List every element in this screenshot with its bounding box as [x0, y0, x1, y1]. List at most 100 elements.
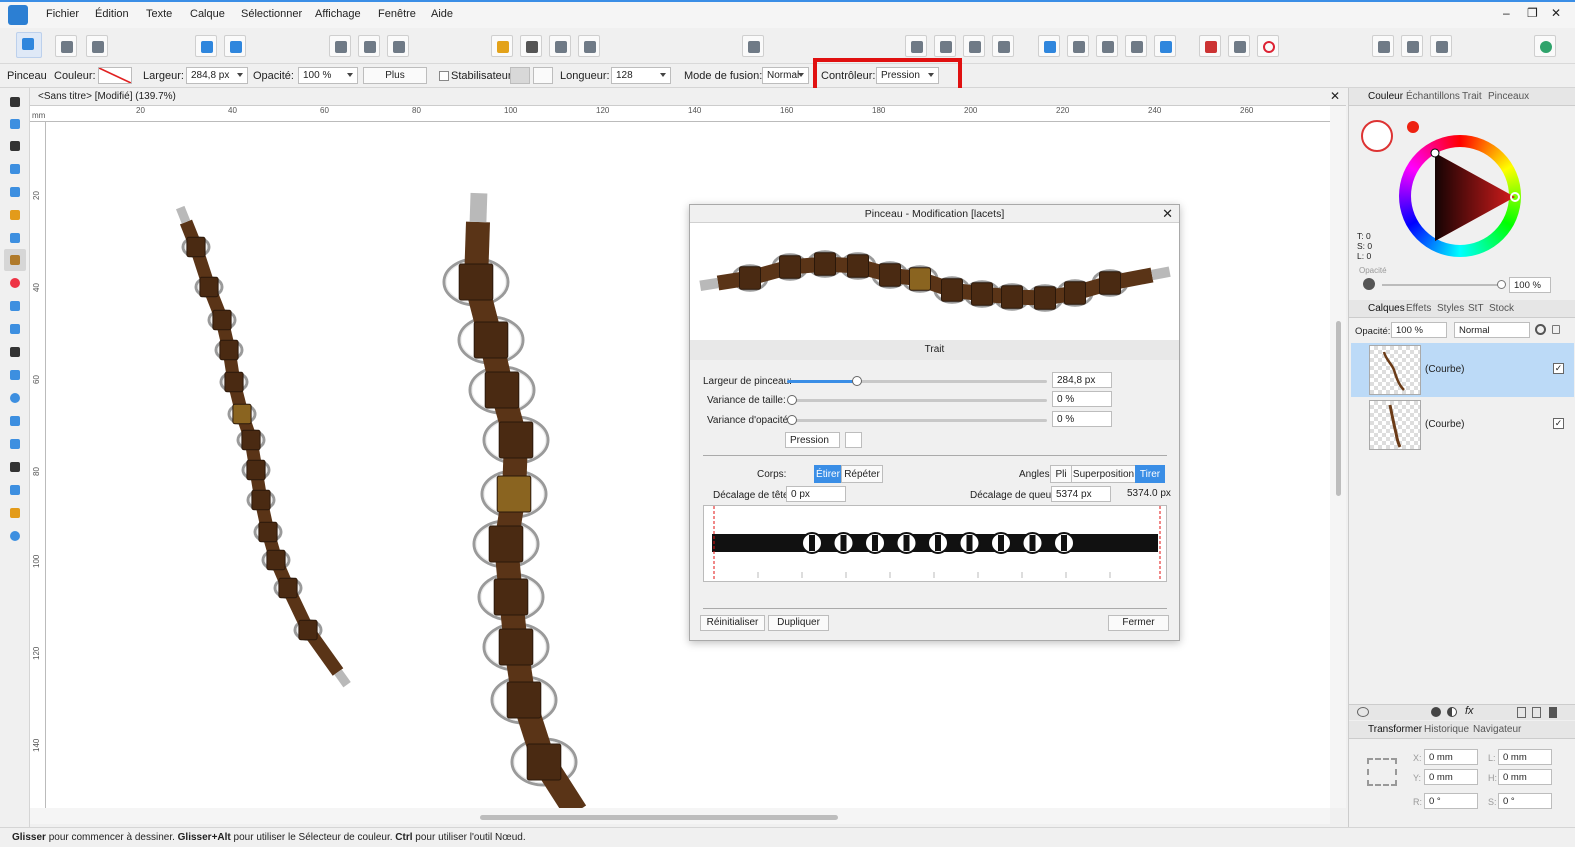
snapping-options-icon[interactable]	[1228, 35, 1250, 57]
brush-width-knob[interactable]	[852, 376, 863, 386]
fill-stroke-swatch-icon[interactable]	[1361, 120, 1393, 152]
mask-icon[interactable]	[1431, 707, 1441, 717]
angle-fold-button[interactable]: Pli	[1050, 465, 1072, 483]
dialog-close-button[interactable]: Fermer	[1108, 615, 1169, 631]
node-tool-icon[interactable]	[7, 138, 23, 154]
stroke-color-swatch[interactable]	[98, 67, 132, 84]
vertical-scrollbar[interactable]	[1330, 106, 1346, 808]
pressure-controller-dropdown[interactable]: Pression	[785, 432, 840, 448]
color-wheel[interactable]	[1399, 135, 1521, 257]
adjustment-icon[interactable]	[1447, 707, 1457, 717]
w-field[interactable]: 0 mm	[1498, 749, 1552, 765]
dialog-close-icon[interactable]: ✕	[1162, 206, 1173, 222]
length-field[interactable]: 128	[611, 67, 671, 84]
tab-calques[interactable]: Calques	[1368, 303, 1405, 314]
boolean-subtract-icon[interactable]	[1067, 35, 1089, 57]
crop-tool-icon[interactable]	[7, 344, 23, 360]
tab-echantillons[interactable]: Échantillons	[1406, 91, 1460, 102]
menu-fenetre[interactable]: Fenêtre	[378, 8, 416, 20]
layer-row[interactable]: (Courbe) ✓	[1351, 343, 1574, 397]
fill-tool-icon[interactable]	[7, 275, 23, 291]
angle-overlap-button[interactable]: Superposition	[1071, 465, 1136, 483]
pencil-tool-icon[interactable]	[7, 230, 23, 246]
opacity-variance-knob[interactable]	[787, 415, 797, 425]
y-field[interactable]: 0 mm	[1424, 769, 1478, 785]
rectangle-tool-icon[interactable]	[7, 367, 23, 383]
point-transform-icon[interactable]	[7, 184, 23, 200]
tab-historique[interactable]: Historique	[1424, 724, 1469, 735]
reset-button[interactable]: Réinitialiser	[700, 615, 765, 631]
context-help-icon[interactable]	[1430, 35, 1452, 57]
body-stretch-button[interactable]: Étirer	[814, 465, 842, 483]
preferences-icon[interactable]	[1401, 35, 1423, 57]
tab-trait[interactable]: Trait	[1462, 91, 1482, 102]
rotate-left-icon[interactable]	[963, 35, 985, 57]
angle-pull-button[interactable]: Tirer	[1135, 465, 1165, 483]
width-field[interactable]: 284,8 px	[186, 67, 248, 84]
menu-texte[interactable]: Texte	[146, 8, 172, 20]
zoom-tool-icon[interactable]	[7, 528, 23, 544]
menu-selectionner[interactable]: Sélectionner	[241, 8, 302, 20]
tab-stock[interactable]: Stock	[1489, 303, 1514, 314]
tab-pinceaux[interactable]: Pinceaux	[1488, 91, 1529, 102]
move-tool-icon[interactable]	[7, 94, 23, 110]
texture-editor[interactable]	[703, 505, 1167, 582]
align-icon[interactable]	[358, 35, 380, 57]
pressure-curve-icon[interactable]	[845, 432, 862, 448]
ellipse-tool-icon[interactable]	[7, 390, 23, 406]
transparency-tool-icon[interactable]	[7, 298, 23, 314]
gear-icon[interactable]	[1535, 324, 1546, 335]
menu-aide[interactable]: Aide	[431, 8, 453, 20]
opacity-slider-knob[interactable]	[1497, 280, 1506, 289]
arrange-backward-icon[interactable]	[520, 35, 542, 57]
window-mode-icon[interactable]	[533, 67, 553, 84]
flip-horizontal-icon[interactable]	[905, 35, 927, 57]
text-tool-icon[interactable]	[7, 459, 23, 475]
color-picker-icon[interactable]	[7, 482, 23, 498]
arrange-front-icon[interactable]	[578, 35, 600, 57]
brush-width-slider[interactable]	[787, 376, 1047, 386]
minimize-icon[interactable]: –	[1503, 6, 1510, 20]
vertical-scrollbar-thumb[interactable]	[1336, 321, 1341, 496]
opacity-slider[interactable]	[1382, 280, 1506, 289]
color-opacity-field[interactable]: 100 %	[1509, 277, 1551, 293]
duplicate-button[interactable]: Dupliquer	[768, 615, 829, 631]
boolean-add-icon[interactable]	[1038, 35, 1060, 57]
corner-tool-icon[interactable]	[7, 161, 23, 177]
size-variance-slider[interactable]	[787, 395, 1047, 405]
boolean-intersect-icon[interactable]	[1096, 35, 1118, 57]
text-align-icon[interactable]	[742, 35, 764, 57]
snap-icon[interactable]	[195, 35, 217, 57]
flip-vertical-icon[interactable]	[934, 35, 956, 57]
blend-mode-dropdown[interactable]: Normal	[762, 67, 809, 84]
body-repeat-button[interactable]: Répéter	[841, 465, 883, 483]
color-triangle[interactable]	[1399, 135, 1521, 257]
opacity-variance-slider[interactable]	[787, 415, 1047, 425]
lock-icon[interactable]	[1552, 325, 1560, 334]
color-picker-icon[interactable]	[1407, 121, 1419, 133]
layer-visibility-checkbox[interactable]: ✓	[1553, 363, 1564, 374]
user-account-icon[interactable]	[1534, 35, 1556, 57]
stabilizer-checkbox[interactable]	[439, 71, 449, 81]
grid-icon[interactable]	[1199, 35, 1221, 57]
anchor-selector-icon[interactable]	[1367, 758, 1397, 786]
duplicate-layer-icon[interactable]	[1532, 707, 1541, 718]
rounded-rectangle-icon[interactable]	[7, 413, 23, 429]
trash-icon[interactable]	[1549, 707, 1557, 718]
horizontal-scrollbar[interactable]	[30, 808, 1330, 824]
rope-mode-icon[interactable]	[510, 67, 530, 84]
pen-tool-icon[interactable]	[7, 207, 23, 223]
close-window-icon[interactable]: ✕	[1551, 6, 1561, 20]
menu-fichier[interactable]: Fichier	[46, 8, 79, 20]
artboard-tool-icon[interactable]	[7, 116, 23, 132]
boolean-xor-icon[interactable]	[1125, 35, 1147, 57]
menu-edition[interactable]: Édition	[95, 8, 129, 20]
tab-navigateur[interactable]: Navigateur	[1473, 724, 1521, 735]
x-field[interactable]: 0 mm	[1424, 749, 1478, 765]
more-button[interactable]: Plus	[363, 67, 427, 84]
brush-tool-icon[interactable]	[4, 249, 26, 271]
tab-couleur[interactable]: Couleur	[1368, 91, 1403, 102]
horizontal-scrollbar-thumb[interactable]	[480, 815, 838, 820]
rotation-field[interactable]: 0 °	[1424, 793, 1478, 809]
brush-width-field[interactable]: 284,8 px	[1052, 372, 1112, 388]
